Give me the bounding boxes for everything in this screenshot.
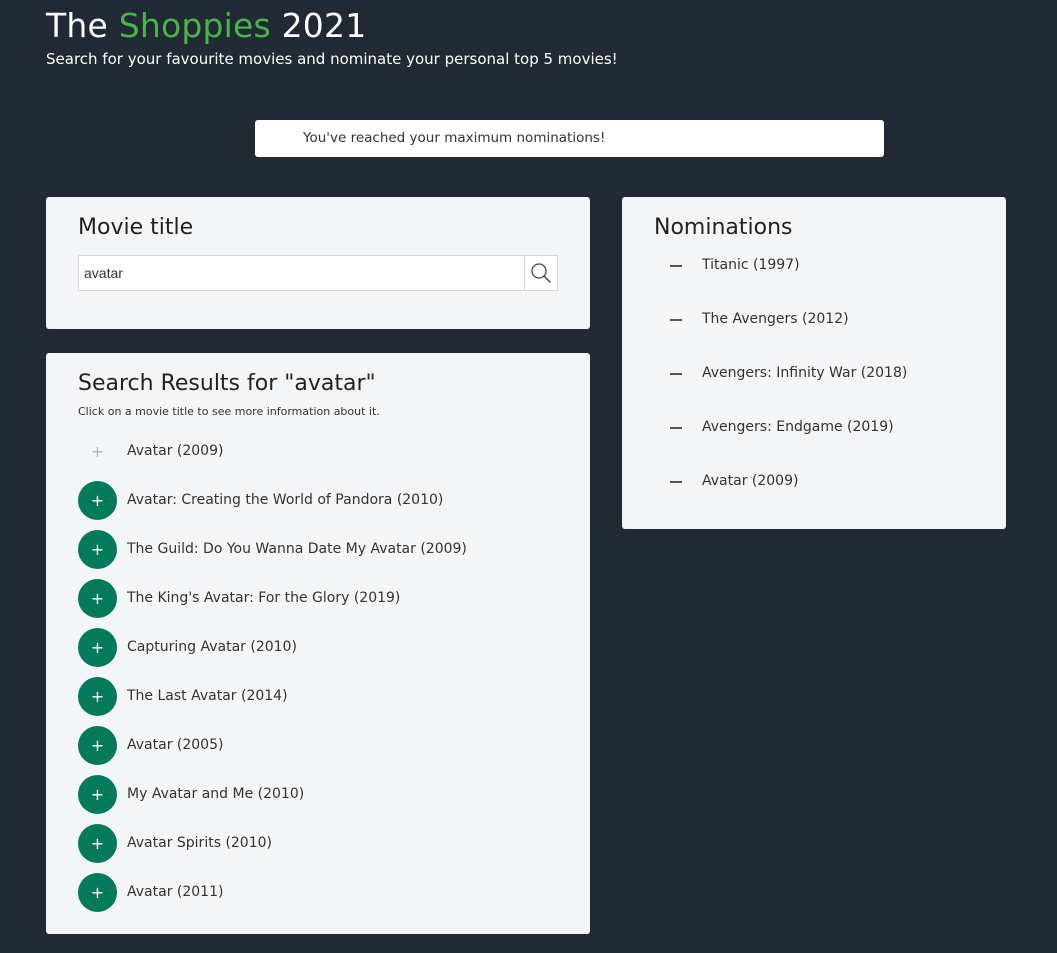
page-header: The Shoppies 2021 Search for your favour… bbox=[46, 6, 1006, 69]
search-results-card: Search Results for "avatar" Click on a m… bbox=[46, 353, 590, 934]
search-box bbox=[78, 255, 558, 291]
remove-nomination-button[interactable] bbox=[670, 257, 684, 273]
remove-nomination-button[interactable] bbox=[670, 311, 684, 327]
max-nominations-banner: You've reached your maximum nominations! bbox=[255, 120, 884, 157]
result-title-link[interactable]: Capturing Avatar (2010) bbox=[127, 628, 297, 667]
add-nomination-button[interactable]: + bbox=[78, 775, 117, 814]
result-item: + Avatar (2009) bbox=[78, 432, 558, 481]
results-heading-suffix: " bbox=[365, 371, 376, 396]
result-item: + Capturing Avatar (2010) bbox=[78, 628, 558, 677]
nomination-title: Avatar (2009) bbox=[702, 473, 799, 489]
app-title-year: 2021 bbox=[281, 6, 367, 45]
app-subtitle: Search for your favourite movies and nom… bbox=[46, 50, 618, 68]
app-title: The Shoppies 2021 bbox=[46, 6, 1006, 46]
result-title-link[interactable]: My Avatar and Me (2010) bbox=[127, 775, 304, 814]
nomination-title: Avengers: Infinity War (2018) bbox=[702, 365, 908, 381]
result-item: + The Guild: Do You Wanna Date My Avatar … bbox=[78, 530, 558, 579]
add-nomination-button[interactable]: + bbox=[78, 481, 117, 520]
search-card: Movie title bbox=[46, 197, 590, 329]
app-title-prefix: The bbox=[46, 6, 108, 45]
add-nomination-button[interactable]: + bbox=[78, 824, 117, 863]
result-title-link[interactable]: Avatar (2005) bbox=[127, 726, 223, 765]
nomination-title: Avengers: Endgame (2019) bbox=[702, 419, 894, 435]
add-nomination-button-disabled: + bbox=[90, 442, 105, 461]
add-nomination-button[interactable]: + bbox=[78, 726, 117, 765]
remove-nomination-button[interactable] bbox=[670, 473, 684, 489]
result-item: + The Last Avatar (2014) bbox=[78, 677, 558, 726]
result-title-link[interactable]: The Last Avatar (2014) bbox=[127, 677, 288, 716]
results-heading-prefix: Search Results for " bbox=[78, 371, 295, 396]
result-item: + Avatar Spirits (2010) bbox=[78, 824, 558, 873]
search-button[interactable] bbox=[524, 256, 557, 290]
results-query: avatar bbox=[294, 371, 366, 396]
nomination-item: Titanic (1997) bbox=[670, 253, 990, 307]
nomination-item: The Avengers (2012) bbox=[670, 307, 990, 361]
result-title-link[interactable]: Avatar Spirits (2010) bbox=[127, 824, 272, 863]
search-icon bbox=[531, 263, 551, 283]
nomination-item: Avatar (2009) bbox=[670, 469, 990, 523]
nominations-card: Nominations Titanic (1997) The Avengers (… bbox=[622, 197, 1006, 529]
results-hint: Click on a movie title to see more infor… bbox=[78, 405, 380, 418]
nomination-item: Avengers: Infinity War (2018) bbox=[670, 361, 990, 415]
nomination-item: Avengers: Endgame (2019) bbox=[670, 415, 990, 469]
search-results-heading: Search Results for "avatar" bbox=[78, 370, 376, 398]
nominations-heading: Nominations bbox=[654, 215, 793, 240]
result-title-link[interactable]: The Guild: Do You Wanna Date My Avatar (… bbox=[127, 530, 467, 569]
result-item: + Avatar (2011) bbox=[78, 873, 558, 922]
nominations-list: Titanic (1997) The Avengers (2012) Avenger… bbox=[670, 253, 990, 523]
add-nomination-button[interactable]: + bbox=[78, 579, 117, 618]
search-heading: Movie title bbox=[78, 215, 194, 240]
result-title-link[interactable]: Avatar (2009) bbox=[127, 432, 223, 471]
results-list: + Avatar (2009) + Avatar: Creating the Worl… bbox=[78, 432, 558, 922]
result-title-link[interactable]: The King's Avatar: For the Glory (2019) bbox=[127, 579, 400, 618]
search-input[interactable] bbox=[79, 256, 525, 290]
nomination-title: Titanic (1997) bbox=[702, 257, 800, 273]
remove-nomination-button[interactable] bbox=[670, 419, 684, 435]
app-title-accent: Shoppies bbox=[118, 6, 271, 45]
add-nomination-button[interactable]: + bbox=[78, 677, 117, 716]
add-nomination-button[interactable]: + bbox=[78, 873, 117, 912]
result-item: + Avatar (2005) bbox=[78, 726, 558, 775]
result-item: + The King's Avatar: For the Glory (2019) bbox=[78, 579, 558, 628]
remove-nomination-button[interactable] bbox=[670, 365, 684, 381]
add-nomination-button[interactable]: + bbox=[78, 530, 117, 569]
nomination-title: The Avengers (2012) bbox=[702, 311, 849, 327]
result-title-link[interactable]: Avatar: Creating the World of Pandora (2… bbox=[127, 481, 443, 520]
result-title-link[interactable]: Avatar (2011) bbox=[127, 873, 223, 912]
result-item: + My Avatar and Me (2010) bbox=[78, 775, 558, 824]
result-item: + Avatar: Creating the World of Pandora (… bbox=[78, 481, 558, 530]
add-nomination-button[interactable]: + bbox=[78, 628, 117, 667]
